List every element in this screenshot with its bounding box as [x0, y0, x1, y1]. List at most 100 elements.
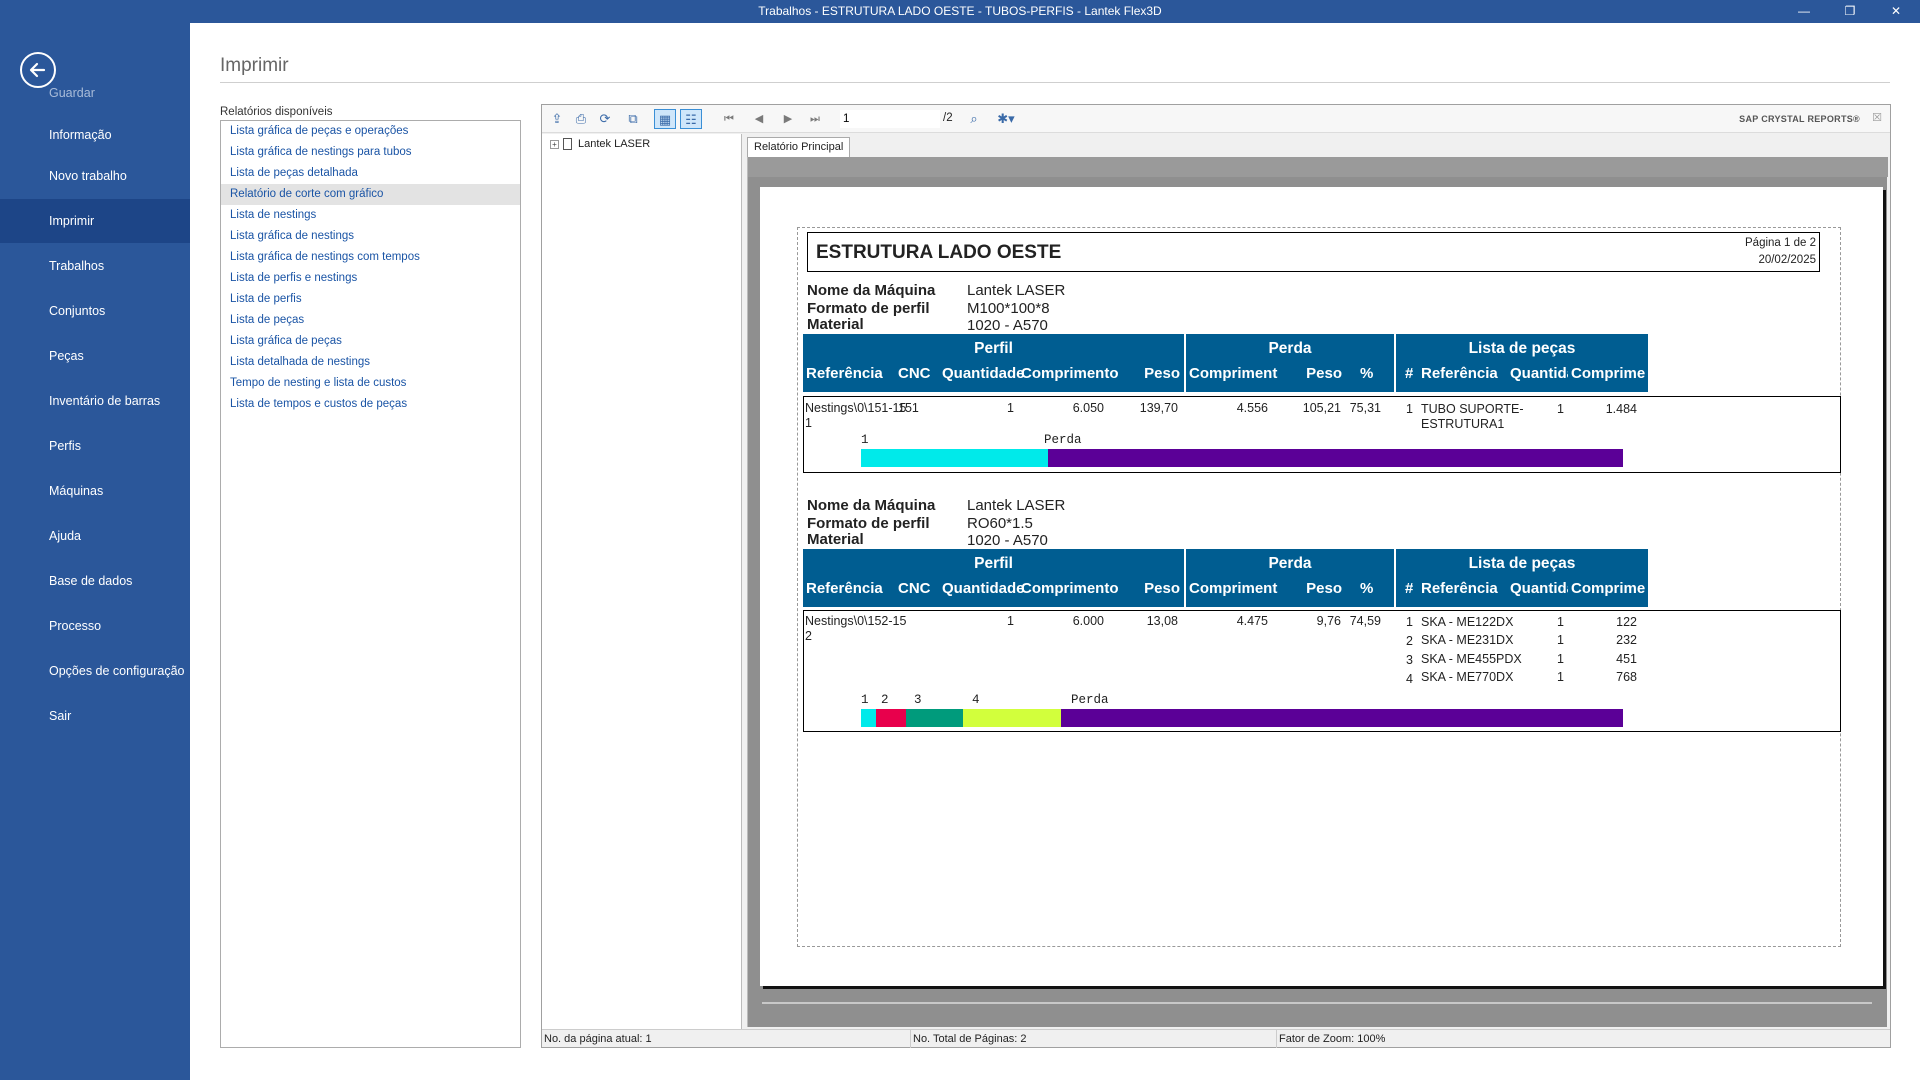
- bar-segment-part: [861, 709, 876, 727]
- report-item[interactable]: Lista de peças detalhada: [221, 163, 520, 184]
- title-bar: Trabalhos - ESTRUTURA LADO OESTE - TUBOS…: [0, 0, 1920, 23]
- part-num: 3: [1406, 653, 1413, 667]
- nav-base-dados[interactable]: Base de dados: [0, 559, 190, 603]
- report-item[interactable]: Lista gráfica de nestings com tempos: [221, 247, 520, 268]
- col-comprimento: Comprimento: [1021, 365, 1119, 382]
- nesting-row-box: Nestings\0\151-15 1 151 1 6.050 139,70 4…: [803, 396, 1841, 473]
- col-num: #: [1405, 580, 1414, 597]
- nesting-weight: 13,08: [1146, 614, 1178, 628]
- bar-waste-label: Perda: [1044, 433, 1082, 447]
- sap-crystal-brand: SAP CRYSTAL REPORTS®: [1739, 114, 1860, 124]
- nesting-ref-line1: Nestings\0\151-15: [805, 401, 907, 415]
- first-page-icon[interactable]: ⏮: [718, 109, 740, 129]
- nav-trabalhos[interactable]: Trabalhos: [0, 244, 190, 288]
- report-item[interactable]: Tempo de nesting e lista de custos: [221, 373, 520, 394]
- nesting-weight: 139,70: [1139, 401, 1178, 415]
- main-report-icon[interactable]: ▦: [654, 109, 676, 129]
- refresh-icon[interactable]: ⟳: [594, 109, 616, 129]
- part-qty: 1: [1557, 670, 1564, 684]
- band-title-perda: Perda: [1268, 340, 1312, 357]
- col-peca-referencia: Referência: [1421, 365, 1498, 382]
- nav-ajuda[interactable]: Ajuda: [0, 514, 190, 558]
- nesting-quantity: 1: [1007, 401, 1014, 415]
- col-quantidade: Quantidade: [942, 365, 1025, 382]
- document-icon: [563, 138, 572, 151]
- report-item[interactable]: Lista de tempos e custos de peças: [221, 394, 520, 415]
- page-title: Imprimir: [220, 55, 289, 76]
- machine-value: Lantek LASER: [967, 282, 1066, 299]
- profile-label: Formato de perfil: [807, 515, 930, 532]
- bar-segment-part: [876, 709, 906, 727]
- report-item[interactable]: Lista de peças: [221, 310, 520, 331]
- col-referencia: Referência: [806, 365, 883, 382]
- nav-maquinas[interactable]: Máquinas: [0, 469, 190, 513]
- last-page-icon[interactable]: ⏭: [804, 109, 826, 129]
- part-qty: 1: [1557, 652, 1564, 666]
- copy-icon[interactable]: ⧉: [622, 109, 644, 129]
- machine-value: Lantek LASER: [967, 497, 1066, 514]
- pecas-band: Lista de peças # Referência Quantida Com…: [1396, 334, 1648, 392]
- col-cnc: CNC: [898, 580, 931, 597]
- print-icon[interactable]: ⎙: [570, 109, 592, 129]
- col-perda-peso: Peso: [1306, 365, 1342, 382]
- zoom-dropdown-icon[interactable]: ✱▾: [991, 109, 1021, 129]
- report-page: ESTRUTURA LADO OESTE Página 1 de 2 20/02…: [760, 187, 1883, 986]
- nav-inventario-barras[interactable]: Inventário de barras: [0, 379, 190, 423]
- nesting-ref: Nestings\0\151-15 1: [805, 401, 906, 431]
- report-item-selected[interactable]: Relatório de corte com gráfico: [221, 184, 520, 205]
- report-item[interactable]: Lista de perfis e nestings: [221, 268, 520, 289]
- col-cnc: CNC: [898, 365, 931, 382]
- report-item[interactable]: Lista de nestings: [221, 205, 520, 226]
- minimize-button[interactable]: —: [1781, 0, 1827, 23]
- profile-value: M100*100*8: [967, 300, 1050, 317]
- bar-label: 1: [861, 433, 869, 447]
- nav-opcoes-configuracao[interactable]: Opções de configuração: [0, 649, 190, 693]
- nav-perfis[interactable]: Perfis: [0, 424, 190, 468]
- nav-informacao[interactable]: Informação: [0, 113, 190, 157]
- report-item[interactable]: Lista gráfica de nestings para tubos: [221, 142, 520, 163]
- page-number-input[interactable]: [840, 110, 940, 128]
- waste-length: 4.556: [1236, 401, 1268, 415]
- nav-sair[interactable]: Sair: [0, 694, 190, 738]
- restore-button[interactable]: ❐: [1827, 0, 1873, 23]
- horizontal-scrollbar[interactable]: [762, 1002, 1872, 1004]
- close-button[interactable]: ✕: [1873, 0, 1919, 23]
- tree-node-root[interactable]: + Lantek LASER: [550, 138, 650, 151]
- report-item[interactable]: Lista gráfica de peças e operações: [221, 121, 520, 142]
- group-tree-icon[interactable]: ☷: [680, 109, 702, 129]
- next-page-icon[interactable]: ▶: [777, 109, 799, 129]
- previous-page-icon[interactable]: ◀: [748, 109, 770, 129]
- tab-relatorio-principal[interactable]: Relatório Principal: [747, 137, 851, 157]
- nav-pecas[interactable]: Peças: [0, 334, 190, 378]
- perfil-band: Perfil Referência CNC Quantidade Comprim…: [803, 549, 1184, 607]
- part-length: 768: [1616, 670, 1637, 684]
- report-item[interactable]: Lista gráfica de nestings: [221, 226, 520, 247]
- expand-icon[interactable]: +: [550, 139, 559, 149]
- perfil-band: Perfil Referência CNC Quantidade Comprim…: [803, 334, 1184, 392]
- material-value: 1020 - A570: [967, 532, 1048, 549]
- export-icon[interactable]: ⇪: [546, 109, 568, 129]
- reports-list[interactable]: Lista gráfica de peças e operações Lista…: [220, 120, 521, 1048]
- report-item[interactable]: Lista gráfica de peças: [221, 331, 520, 352]
- report-item[interactable]: Lista detalhada de nestings: [221, 352, 520, 373]
- report-item[interactable]: Lista de perfis: [221, 289, 520, 310]
- status-zoom: Fator de Zoom: 100%: [1276, 1030, 1385, 1048]
- col-perda-pct: %: [1360, 365, 1374, 382]
- band-title-perfil: Perfil: [974, 340, 1013, 357]
- nav-guardar[interactable]: Guardar: [0, 71, 190, 115]
- part-ref: SKA - ME122DX: [1421, 615, 1514, 629]
- profile-value: RO60*1.5: [967, 515, 1033, 532]
- report-page-info: Página 1 de 2 20/02/2025: [1745, 235, 1816, 269]
- find-icon[interactable]: ⌕: [963, 109, 985, 129]
- nav-imprimir[interactable]: Imprimir: [0, 199, 190, 243]
- waste-pct: 74,59: [1349, 614, 1381, 628]
- backstage-sidebar: Guardar Informação Novo trabalho Imprimi…: [0, 23, 190, 1080]
- viewer-status-bar: No. da página atual: 1 No. Total de Pági…: [542, 1029, 1890, 1048]
- nav-processo[interactable]: Processo: [0, 604, 190, 648]
- perda-band: Perda Compriment Peso %: [1186, 549, 1394, 607]
- nav-novo-trabalho[interactable]: Novo trabalho: [0, 154, 190, 198]
- nav-conjuntos[interactable]: Conjuntos: [0, 289, 190, 333]
- col-perda-peso: Peso: [1306, 580, 1342, 597]
- viewer-close-icon[interactable]: ☒: [1872, 111, 1882, 124]
- bar-segment-waste: [1048, 449, 1623, 467]
